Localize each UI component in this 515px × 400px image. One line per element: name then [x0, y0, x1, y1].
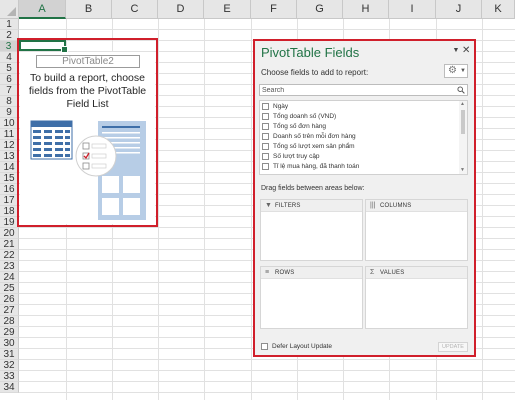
- pivot-instructions: To build a report, choose fields from th…: [28, 72, 147, 110]
- field-item[interactable]: Ngày: [262, 102, 457, 112]
- search-input[interactable]: [262, 85, 452, 95]
- column-header-d[interactable]: D: [158, 0, 204, 19]
- rows-icon: ≡: [265, 269, 270, 276]
- column-header-f[interactable]: F: [251, 0, 297, 19]
- row-header[interactable]: 1: [0, 19, 19, 30]
- field-item[interactable]: Tổng số đơn hàng: [262, 122, 457, 132]
- scrollbar-thumb[interactable]: [461, 110, 465, 134]
- field-search-box[interactable]: [259, 84, 468, 96]
- pivot-table-name: PivotTable2: [36, 55, 140, 68]
- column-header-e[interactable]: E: [204, 0, 251, 19]
- choose-fields-label: Choose fields to add to report:: [261, 68, 369, 77]
- column-header-j[interactable]: J: [436, 0, 482, 19]
- pivot-illustration-icon: [30, 120, 146, 220]
- field-label: Tổng số đơn hàng: [273, 123, 327, 130]
- rows-area[interactable]: ≡ ROWS: [260, 266, 363, 329]
- field-label: Tổng doanh số (VND): [273, 113, 337, 120]
- columns-area-label: COLUMNS: [380, 203, 412, 209]
- field-label: Tổng số lượt xem sản phẩm: [273, 143, 355, 150]
- field-item[interactable]: Tỉ lệ mua hàng, đã thanh toán: [262, 162, 457, 172]
- close-icon[interactable]: ✕: [462, 46, 470, 56]
- tools-button[interactable]: ⚙ ▼: [444, 64, 468, 78]
- filters-area-header: ▼ FILTERS: [261, 200, 362, 212]
- field-label: Số lượt truy cập: [273, 153, 320, 160]
- columns-area-header: ||| COLUMNS: [366, 200, 467, 212]
- values-area-label: VALUES: [380, 270, 405, 276]
- gridline: [482, 19, 483, 400]
- update-button[interactable]: UPDATE: [438, 342, 468, 352]
- row-header[interactable]: 32: [0, 360, 19, 371]
- field-checkbox[interactable]: [262, 143, 269, 150]
- sigma-icon: Σ: [370, 269, 375, 276]
- field-checkbox[interactable]: [262, 153, 269, 160]
- row-header[interactable]: 34: [0, 382, 19, 393]
- scroll-down-icon[interactable]: ▼: [460, 168, 465, 173]
- gridline: [204, 19, 205, 400]
- filter-funnel-icon: ▼: [265, 202, 272, 209]
- gear-icon: ⚙: [448, 65, 457, 76]
- row-header[interactable]: 25: [0, 283, 19, 294]
- column-header-b[interactable]: B: [66, 0, 112, 19]
- pane-title: PivotTable Fields: [261, 45, 360, 60]
- rows-area-header: ≡ ROWS: [261, 267, 362, 279]
- column-header-i[interactable]: I: [389, 0, 436, 19]
- gridline: [251, 19, 252, 400]
- field-label: Tỉ lệ mua hàng, đã thanh toán: [273, 163, 360, 170]
- field-list: Ngày Tổng doanh số (VND) Tổng số đơn hàn…: [259, 100, 468, 175]
- chevron-down-icon: ▼: [460, 68, 466, 74]
- values-area[interactable]: Σ VALUES: [365, 266, 468, 329]
- field-list-scrollbar[interactable]: ▲ ▼: [459, 101, 467, 174]
- row-header[interactable]: 31: [0, 349, 19, 360]
- row-header[interactable]: 23: [0, 261, 19, 272]
- row-header[interactable]: 21: [0, 239, 19, 250]
- column-headers: A B C D E F G H I J K: [19, 0, 515, 19]
- field-checkbox[interactable]: [262, 163, 269, 170]
- row-header[interactable]: 20: [0, 228, 19, 239]
- row-header[interactable]: 27: [0, 305, 19, 316]
- defer-layout-checkbox[interactable]: [261, 343, 268, 350]
- column-header-k[interactable]: K: [482, 0, 515, 19]
- rows-area-label: ROWS: [275, 270, 295, 276]
- row-header[interactable]: 26: [0, 294, 19, 305]
- filters-area-label: FILTERS: [275, 203, 301, 209]
- scroll-up-icon[interactable]: ▲: [460, 102, 465, 107]
- drag-fields-label: Drag fields between areas below:: [261, 185, 365, 192]
- field-checkbox[interactable]: [262, 103, 269, 110]
- field-checkbox[interactable]: [262, 113, 269, 120]
- row-header[interactable]: 30: [0, 338, 19, 349]
- column-header-h[interactable]: H: [343, 0, 389, 19]
- search-icon: [457, 86, 465, 94]
- row-header[interactable]: 28: [0, 316, 19, 327]
- columns-area[interactable]: ||| COLUMNS: [365, 199, 468, 261]
- select-all-corner[interactable]: [0, 0, 19, 19]
- column-header-c[interactable]: C: [112, 0, 158, 19]
- field-item[interactable]: Doanh số trên mỗi đơn hàng: [262, 132, 457, 142]
- field-checkbox[interactable]: [262, 123, 269, 130]
- values-area-header: Σ VALUES: [366, 267, 467, 279]
- field-item[interactable]: Số lượt truy cập: [262, 152, 457, 162]
- dropdown-triangle-icon[interactable]: ▼: [452, 47, 460, 55]
- row-header[interactable]: 24: [0, 272, 19, 283]
- field-label: Doanh số trên mỗi đơn hàng: [273, 133, 356, 140]
- column-header-g[interactable]: G: [297, 0, 343, 19]
- column-header-a[interactable]: A: [19, 0, 66, 19]
- field-item[interactable]: Tổng doanh số (VND): [262, 112, 457, 122]
- filters-area[interactable]: ▼ FILTERS: [260, 199, 363, 261]
- row-header[interactable]: 22: [0, 250, 19, 261]
- field-checkbox[interactable]: [262, 133, 269, 140]
- row-header[interactable]: 33: [0, 371, 19, 382]
- gridline: [158, 19, 159, 400]
- columns-icon: |||: [370, 202, 376, 209]
- field-label: Ngày: [273, 103, 289, 110]
- field-item[interactable]: Tổng số lượt xem sản phẩm: [262, 142, 457, 152]
- defer-layout-label: Defer Layout Update: [272, 343, 332, 350]
- row-header[interactable]: 29: [0, 327, 19, 338]
